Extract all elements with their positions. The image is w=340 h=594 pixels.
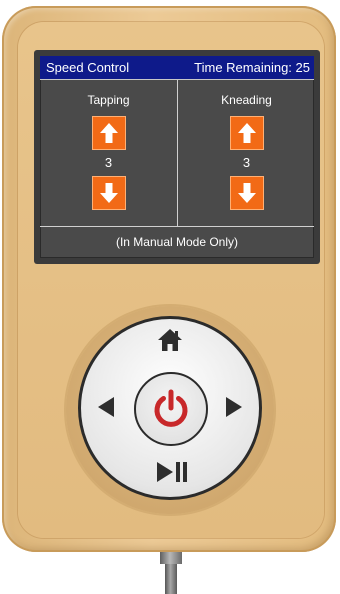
right-arrow-icon (226, 397, 242, 417)
kneading-down-button[interactable] (229, 176, 264, 210)
dpad (78, 316, 262, 500)
up-arrow-icon (237, 123, 256, 143)
play-pause-icon (157, 462, 187, 482)
power-icon (154, 389, 188, 427)
tapping-column: Tapping 3 (40, 80, 177, 226)
kneading-label: Kneading (221, 93, 272, 107)
cable-wire (165, 564, 177, 594)
left-button[interactable] (95, 394, 117, 420)
down-arrow-icon (237, 183, 256, 203)
tapping-value: 3 (104, 155, 113, 170)
down-arrow-icon (99, 183, 118, 203)
time-remaining: Time Remaining: 25 (194, 60, 310, 75)
up-arrow-icon (99, 123, 118, 143)
tapping-label: Tapping (87, 93, 130, 107)
left-arrow-icon (98, 397, 114, 417)
screen-title: Speed Control (46, 60, 130, 75)
display-screen: Speed Control Time Remaining: 25 Tapping… (40, 56, 314, 258)
remote-device: Speed Control Time Remaining: 25 Tapping… (0, 0, 340, 594)
play-pause-button[interactable] (155, 459, 189, 485)
home-button[interactable] (156, 327, 184, 353)
power-button[interactable] (144, 382, 198, 436)
mode-note: (In Manual Mode Only) (115, 235, 239, 249)
tapping-down-button[interactable] (91, 176, 126, 210)
right-button[interactable] (223, 394, 245, 420)
kneading-value: 3 (242, 155, 251, 170)
screen-titlebar: Speed Control Time Remaining: 25 (40, 56, 314, 80)
kneading-column: Kneading 3 (178, 80, 315, 226)
power-ring (134, 372, 208, 446)
cable (160, 548, 182, 594)
home-icon (158, 329, 182, 351)
tapping-up-button[interactable] (91, 116, 126, 150)
kneading-up-button[interactable] (229, 116, 264, 150)
